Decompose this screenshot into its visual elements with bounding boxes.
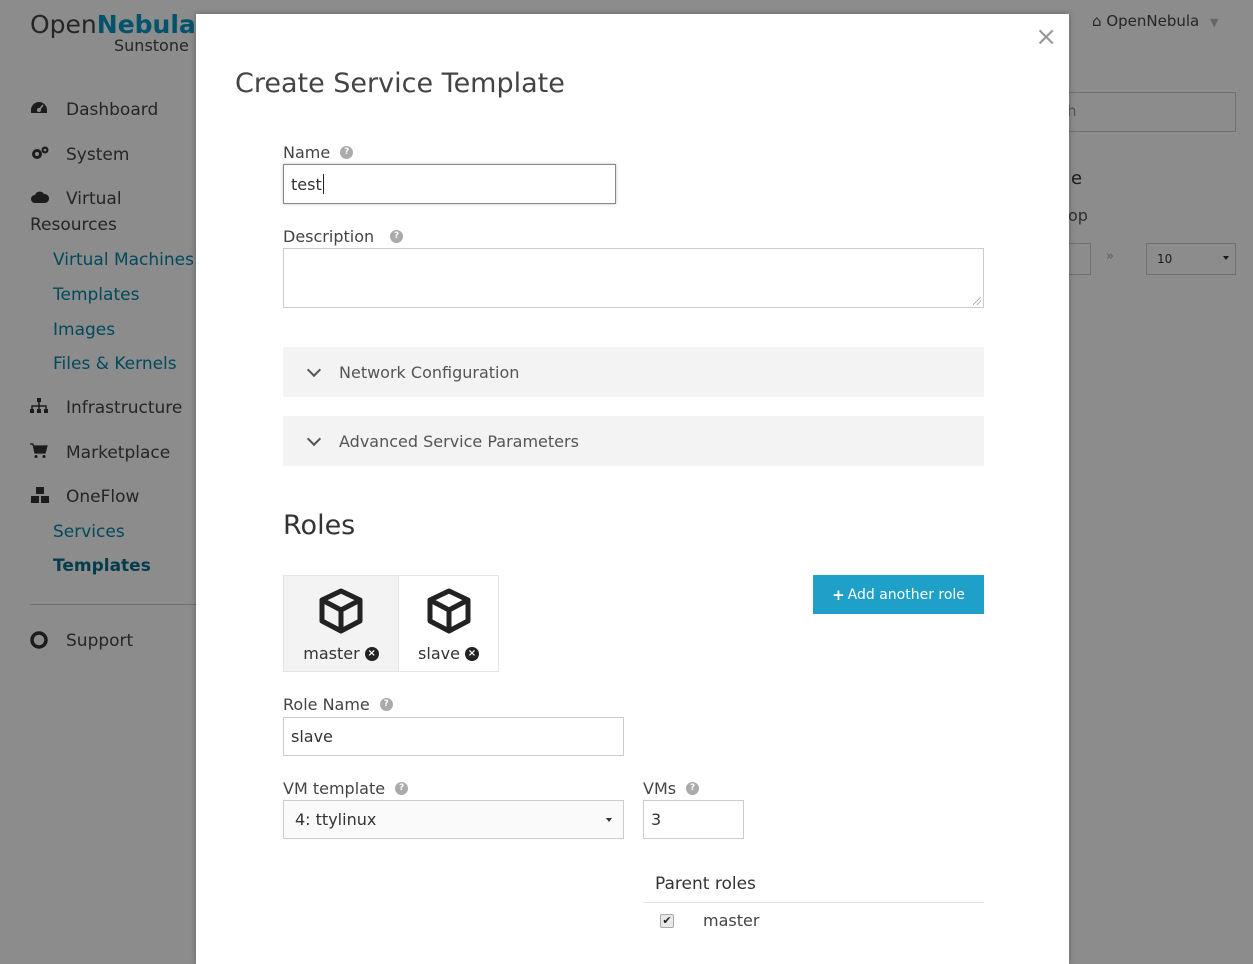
help-icon[interactable]: ? <box>340 146 354 159</box>
parent-roles-heading: Parent roles <box>655 874 756 894</box>
role-name-label: Role Name ? <box>283 695 393 714</box>
create-service-template-modal: × Create Service Template Name ? test De… <box>196 14 1069 964</box>
description-label-text: Description <box>283 227 375 246</box>
remove-role-icon[interactable]: × <box>364 646 379 661</box>
text-cursor <box>322 174 324 194</box>
accordion-label: Network Configuration <box>339 362 520 382</box>
role-tab-label: master <box>303 644 360 663</box>
cube-icon <box>425 588 473 638</box>
help-icon[interactable]: ? <box>390 230 404 243</box>
name-input-value: test <box>291 174 322 194</box>
add-role-label: Add another role <box>847 586 965 603</box>
help-icon[interactable]: ? <box>686 782 700 795</box>
advanced-service-parameters-accordion[interactable]: Advanced Service Parameters <box>283 416 984 466</box>
parent-roles-divider <box>643 902 984 903</box>
chevron-down-icon <box>306 362 322 377</box>
remove-role-icon[interactable]: × <box>464 646 479 661</box>
add-another-role-button[interactable]: + Add another role <box>813 575 984 614</box>
roles-heading: Roles <box>283 510 356 541</box>
role-name-input[interactable]: slave <box>283 717 624 756</box>
vm-template-select[interactable]: 4: ttylinux <box>283 800 624 839</box>
name-label: Name ? <box>283 143 354 162</box>
modal-title: Create Service Template <box>235 68 565 99</box>
cube-icon <box>317 588 365 638</box>
description-label: Description ? <box>283 227 404 246</box>
role-tab-master[interactable]: master × <box>283 575 399 672</box>
role-tab-label: slave <box>418 644 460 663</box>
parent-role-master-checkbox[interactable]: ✔ <box>660 914 674 928</box>
vms-input[interactable]: 3 <box>643 800 744 839</box>
description-textarea[interactable] <box>283 248 984 308</box>
help-icon[interactable]: ? <box>379 698 393 711</box>
role-tab-slave[interactable]: slave × <box>398 575 499 672</box>
plus-icon: + <box>832 585 845 604</box>
vm-template-label-text: VM template <box>283 779 386 798</box>
vm-template-value: 4: ttylinux <box>295 810 377 829</box>
parent-role-master-label: master <box>703 911 760 930</box>
vm-template-label: VM template ? <box>283 779 409 798</box>
vms-label: VMs ? <box>643 779 700 798</box>
vms-label-text: VMs <box>643 779 677 798</box>
name-label-text: Name <box>283 143 331 162</box>
close-button[interactable]: × <box>1035 24 1057 50</box>
chevron-down-icon <box>306 431 322 446</box>
accordion-label: Advanced Service Parameters <box>339 431 579 451</box>
name-input[interactable]: test <box>283 164 616 204</box>
vms-value: 3 <box>651 810 662 829</box>
role-name-value: slave <box>291 727 333 746</box>
role-name-label-text: Role Name <box>283 695 370 714</box>
resize-handle-icon[interactable] <box>973 297 981 305</box>
help-icon[interactable]: ? <box>395 782 409 795</box>
select-caret-icon <box>606 818 612 822</box>
network-configuration-accordion[interactable]: Network Configuration <box>283 347 984 397</box>
